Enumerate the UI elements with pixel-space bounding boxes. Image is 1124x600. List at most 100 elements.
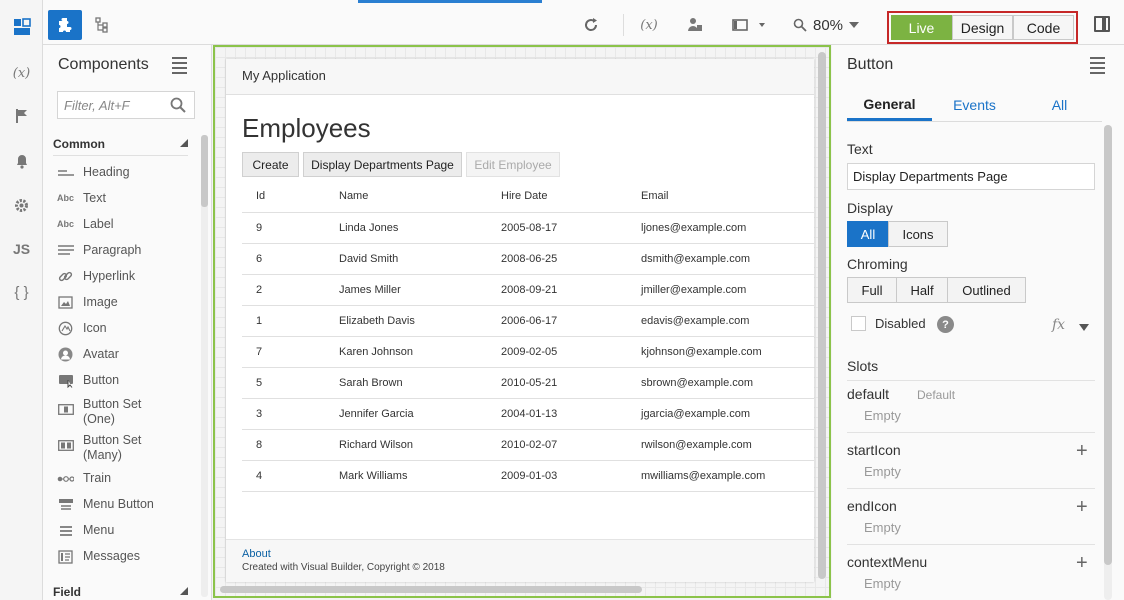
display-property-label: Display: [847, 200, 893, 216]
text-property-input[interactable]: Display Departments Page: [847, 163, 1095, 190]
variables-toggle-icon[interactable]: (x): [636, 10, 662, 40]
slot-starticon-value: Empty: [864, 464, 901, 479]
table-row[interactable]: 4 Mark Williams 2009-01-03 mwilliams@exampl…: [242, 460, 814, 492]
palette-search-input[interactable]: Filter, Alt+F: [57, 91, 195, 119]
about-link[interactable]: About: [242, 548, 798, 560]
table-row[interactable]: 5 Sarah Brown 2010-05-21 sbrown@example.com: [242, 367, 814, 399]
palette-item-menu-button[interactable]: Menu Button: [57, 497, 197, 512]
table-row[interactable]: 9 Linda Jones 2005-08-17 ljones@example.com: [242, 212, 814, 244]
palette-item-label[interactable]: Abc Label: [57, 217, 197, 232]
canvas-horizontal-scrollbar[interactable]: [220, 586, 642, 593]
refresh-icon[interactable]: [579, 10, 603, 40]
zoom-control[interactable]: 80%: [793, 10, 860, 40]
gear-icon[interactable]: [0, 190, 43, 220]
table-row[interactable]: 6 David Smith 2008-06-25 dsmith@example.com: [242, 243, 814, 275]
disabled-checkbox[interactable]: [851, 316, 866, 331]
palette-item-hyperlink[interactable]: Hyperlink: [57, 269, 197, 284]
view-mode-switch: Live Design Code: [887, 11, 1078, 44]
table-row[interactable]: 8 Richard Wilson 2010-02-07 rwilson@example…: [242, 429, 814, 461]
bell-icon[interactable]: [0, 146, 43, 176]
add-contextmenu-icon[interactable]: +: [1076, 553, 1088, 573]
column-header[interactable]: Email: [627, 181, 814, 213]
column-header[interactable]: Name: [325, 181, 487, 213]
scrollbar-thumb[interactable]: [201, 135, 208, 207]
table-row[interactable]: 2 James Miller 2008-09-21 jmiller@example.c…: [242, 274, 814, 306]
display-all-option[interactable]: All: [847, 221, 889, 247]
palette-item-icon[interactable]: Icon: [57, 321, 197, 336]
user-roles-icon[interactable]: [683, 10, 707, 40]
canvas-vertical-scrollbar[interactable]: [818, 52, 826, 579]
js-icon[interactable]: JS: [0, 234, 43, 264]
label-icon: Abc: [57, 219, 75, 229]
table-cell: 8: [242, 429, 325, 461]
design-mode-button[interactable]: Design: [952, 15, 1013, 40]
palette-item-text[interactable]: Abc Text: [57, 191, 197, 206]
table-cell: Karen Johnson: [325, 336, 487, 368]
collapse-triangle-icon: [180, 587, 188, 595]
table-row[interactable]: 1 Elizabeth Davis 2006-06-17 edavis@example…: [242, 305, 814, 337]
table-cell: sbrown@example.com: [627, 367, 814, 399]
flag-icon[interactable]: [0, 101, 43, 131]
slot-default-value: Empty: [864, 408, 901, 423]
table-cell: 3: [242, 398, 325, 430]
image-icon: [57, 295, 74, 310]
palette-item-menu[interactable]: Menu: [57, 523, 197, 538]
table-row[interactable]: 3 Jennifer Garcia 2004-01-13 jgarcia@exampl…: [242, 398, 814, 430]
chroming-half-option[interactable]: Half: [896, 277, 948, 303]
display-departments-button[interactable]: Display Departments Page: [303, 152, 462, 177]
palette-item-image[interactable]: Image: [57, 295, 197, 310]
palette-item-train[interactable]: Train: [57, 471, 197, 486]
create-button[interactable]: Create: [242, 152, 299, 177]
palette-item-button-set-one[interactable]: Button Set (One): [57, 397, 197, 427]
palette-item-messages[interactable]: Messages: [57, 549, 197, 564]
add-endicon-icon[interactable]: +: [1076, 497, 1088, 517]
table-cell: 2009-02-05: [487, 336, 627, 368]
palette-item-heading[interactable]: Heading: [57, 165, 197, 180]
add-starticon-icon[interactable]: +: [1076, 441, 1088, 461]
column-header[interactable]: Hire Date: [487, 181, 627, 213]
tab-general[interactable]: General: [847, 89, 932, 121]
display-icons-option[interactable]: Icons: [888, 221, 948, 247]
expression-icon[interactable]: fx: [1052, 317, 1065, 333]
components-icon[interactable]: [0, 12, 43, 42]
palette-item-label: Avatar: [83, 347, 119, 361]
panel-toggle-icon[interactable]: [1094, 16, 1110, 32]
inspector-scrollbar[interactable]: [1104, 125, 1112, 600]
help-icon[interactable]: ?: [937, 316, 954, 333]
chroming-full-option[interactable]: Full: [847, 277, 897, 303]
palette-item-avatar[interactable]: Avatar: [57, 347, 197, 362]
table-cell: Mark Williams: [325, 460, 487, 492]
palette-item-button-set-many[interactable]: Button Set (Many): [57, 433, 197, 463]
table-row[interactable]: 7 Karen Johnson 2009-02-05 kjohnson@example…: [242, 336, 814, 368]
section-field[interactable]: Field: [53, 585, 188, 600]
palette-scrollbar[interactable]: [201, 135, 208, 597]
section-common-label: Common: [53, 137, 105, 151]
table-cell: ljones@example.com: [627, 212, 814, 244]
column-header[interactable]: Id: [242, 181, 325, 213]
property-inspector: Button General Events All Text Display D…: [832, 45, 1124, 600]
collapse-triangle-icon: [180, 139, 188, 147]
live-mode-button[interactable]: Live: [891, 15, 952, 40]
puzzle-icon[interactable]: [48, 10, 82, 40]
slots-divider: [847, 380, 1095, 381]
inspector-menu-icon[interactable]: [1090, 57, 1105, 77]
braces-icon[interactable]: { }: [0, 277, 43, 307]
section-common[interactable]: Common: [53, 137, 188, 156]
palette-item-label: Menu: [83, 523, 115, 537]
structure-icon[interactable]: [90, 10, 114, 40]
code-mode-button[interactable]: Code: [1013, 15, 1074, 40]
chroming-outlined-option[interactable]: Outlined: [947, 277, 1026, 303]
tab-all[interactable]: All: [1017, 89, 1102, 121]
palette-item-paragraph[interactable]: Paragraph: [57, 243, 197, 258]
device-size-icon[interactable]: [731, 10, 767, 40]
palette-item-label: Heading: [83, 165, 130, 179]
chevron-down-icon[interactable]: [1079, 324, 1089, 331]
table-cell: 7: [242, 336, 325, 368]
inspector-tabs: General Events All: [847, 89, 1102, 122]
palette-item-button[interactable]: Button: [57, 373, 197, 388]
palette-menu-icon[interactable]: [172, 57, 187, 77]
tab-events[interactable]: Events: [932, 89, 1017, 121]
variables-icon[interactable]: (x): [0, 58, 43, 88]
heading-icon: [57, 165, 74, 180]
scrollbar-thumb[interactable]: [1104, 125, 1112, 565]
